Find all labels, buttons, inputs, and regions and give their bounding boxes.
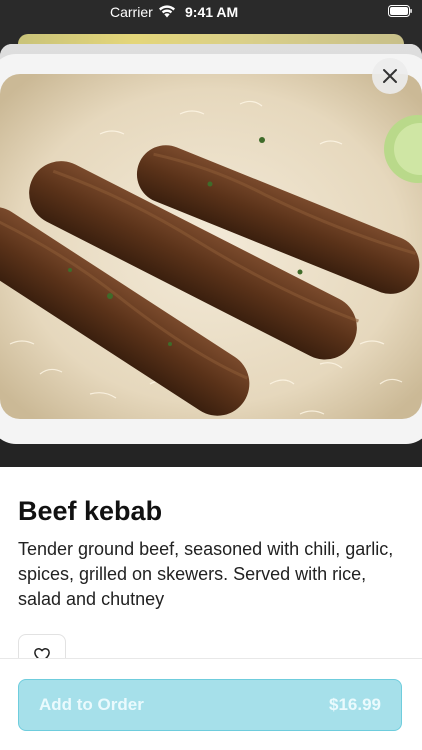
item-photo <box>0 44 422 467</box>
close-icon <box>383 69 397 83</box>
status-time: 9:41 AM <box>185 4 239 20</box>
item-detail-sheet: Beef kebab Tender ground beef, seasoned … <box>0 44 422 750</box>
bottom-action-bar: Add to Order $16.99 <box>0 658 422 750</box>
item-description: Tender ground beef, seasoned with chili,… <box>18 539 394 609</box>
status-bar: Carrier 9:41 AM <box>0 0 422 24</box>
close-button[interactable] <box>372 58 408 94</box>
item-title: Beef kebab <box>18 496 163 526</box>
carrier-label: Carrier <box>110 4 153 20</box>
add-to-order-button[interactable]: Add to Order $16.99 <box>18 679 402 731</box>
item-info: Beef kebab Tender ground beef, seasoned … <box>18 493 404 612</box>
item-price: $16.99 <box>329 695 381 714</box>
battery-icon <box>388 5 412 17</box>
wifi-icon <box>159 5 175 18</box>
add-to-order-label: Add to Order <box>39 695 144 714</box>
screen: Carrier 9:41 AM Beef kebab Tender ground… <box>0 0 422 750</box>
